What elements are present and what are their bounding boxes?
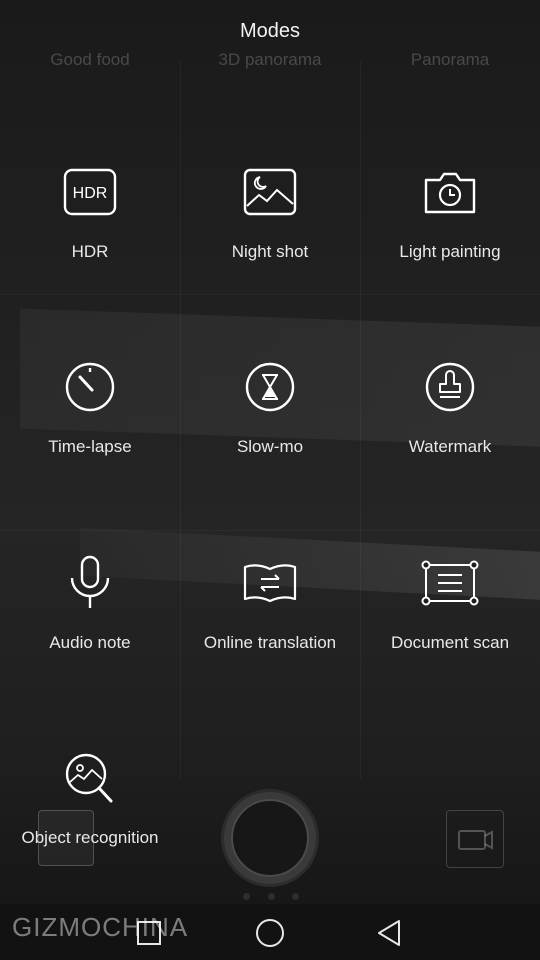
mode-online-translation[interactable]: Online translation bbox=[180, 553, 360, 749]
mode-label: Slow-mo bbox=[236, 437, 304, 456]
online-translation-icon bbox=[240, 553, 300, 613]
mode-label: Object recognition bbox=[21, 828, 159, 847]
hdr-icon-text: HDR bbox=[73, 185, 108, 202]
document-scan-icon bbox=[420, 553, 480, 613]
page-dot bbox=[243, 893, 250, 900]
mode-label: Online translation bbox=[203, 633, 337, 652]
home-button[interactable] bbox=[253, 916, 287, 950]
triangle-back-icon bbox=[378, 920, 400, 946]
audio-note-icon bbox=[60, 553, 120, 613]
shutter-button-inner bbox=[231, 799, 309, 877]
page-title: Modes bbox=[239, 20, 301, 42]
page-indicator bbox=[243, 893, 299, 901]
mode-label: Watermark bbox=[408, 437, 492, 456]
page-dot bbox=[292, 893, 299, 900]
switch-camera-icon bbox=[458, 830, 493, 850]
mode-light-painting[interactable]: Light painting bbox=[360, 162, 540, 358]
mode-label: Light painting bbox=[399, 242, 501, 261]
back-button[interactable] bbox=[372, 916, 406, 950]
mode-slow-mo[interactable]: Slow-mo bbox=[180, 357, 360, 553]
switch-camera-button[interactable] bbox=[446, 810, 504, 868]
night-shot-icon bbox=[240, 162, 300, 222]
ghost-mode-label: Panorama bbox=[410, 50, 490, 69]
mode-document-scan[interactable]: Document scan bbox=[360, 553, 540, 749]
ghost-mode-label: Good food bbox=[50, 50, 130, 69]
light-painting-icon bbox=[420, 162, 480, 222]
mode-label: Audio note bbox=[49, 633, 131, 652]
mode-label: Document scan bbox=[390, 633, 510, 652]
mode-time-lapse[interactable]: Time-lapse bbox=[0, 357, 180, 553]
ghost-mode-label: 3D panorama bbox=[218, 50, 322, 69]
scrolled-mode-row: Good food 3D panorama Panorama bbox=[0, 50, 540, 70]
mode-watermark[interactable]: Watermark bbox=[360, 357, 540, 553]
mode-night-shot[interactable]: Night shot bbox=[180, 162, 360, 358]
time-lapse-icon bbox=[60, 357, 120, 417]
slow-mo-icon bbox=[240, 357, 300, 417]
site-watermark: GIZMOCHINA bbox=[12, 912, 189, 942]
page-dot bbox=[267, 893, 275, 900]
mode-label: HDR bbox=[71, 242, 109, 261]
mode-label: Night shot bbox=[231, 242, 309, 261]
mode-label: Time-lapse bbox=[48, 437, 132, 456]
object-recognition-icon bbox=[60, 748, 120, 808]
hdr-icon: HDR bbox=[60, 162, 120, 222]
circle-icon bbox=[256, 919, 284, 947]
watermark-icon bbox=[420, 357, 480, 417]
mode-hdr[interactable]: HDR HDR bbox=[0, 162, 180, 358]
mode-audio-note[interactable]: Audio note bbox=[0, 553, 180, 749]
